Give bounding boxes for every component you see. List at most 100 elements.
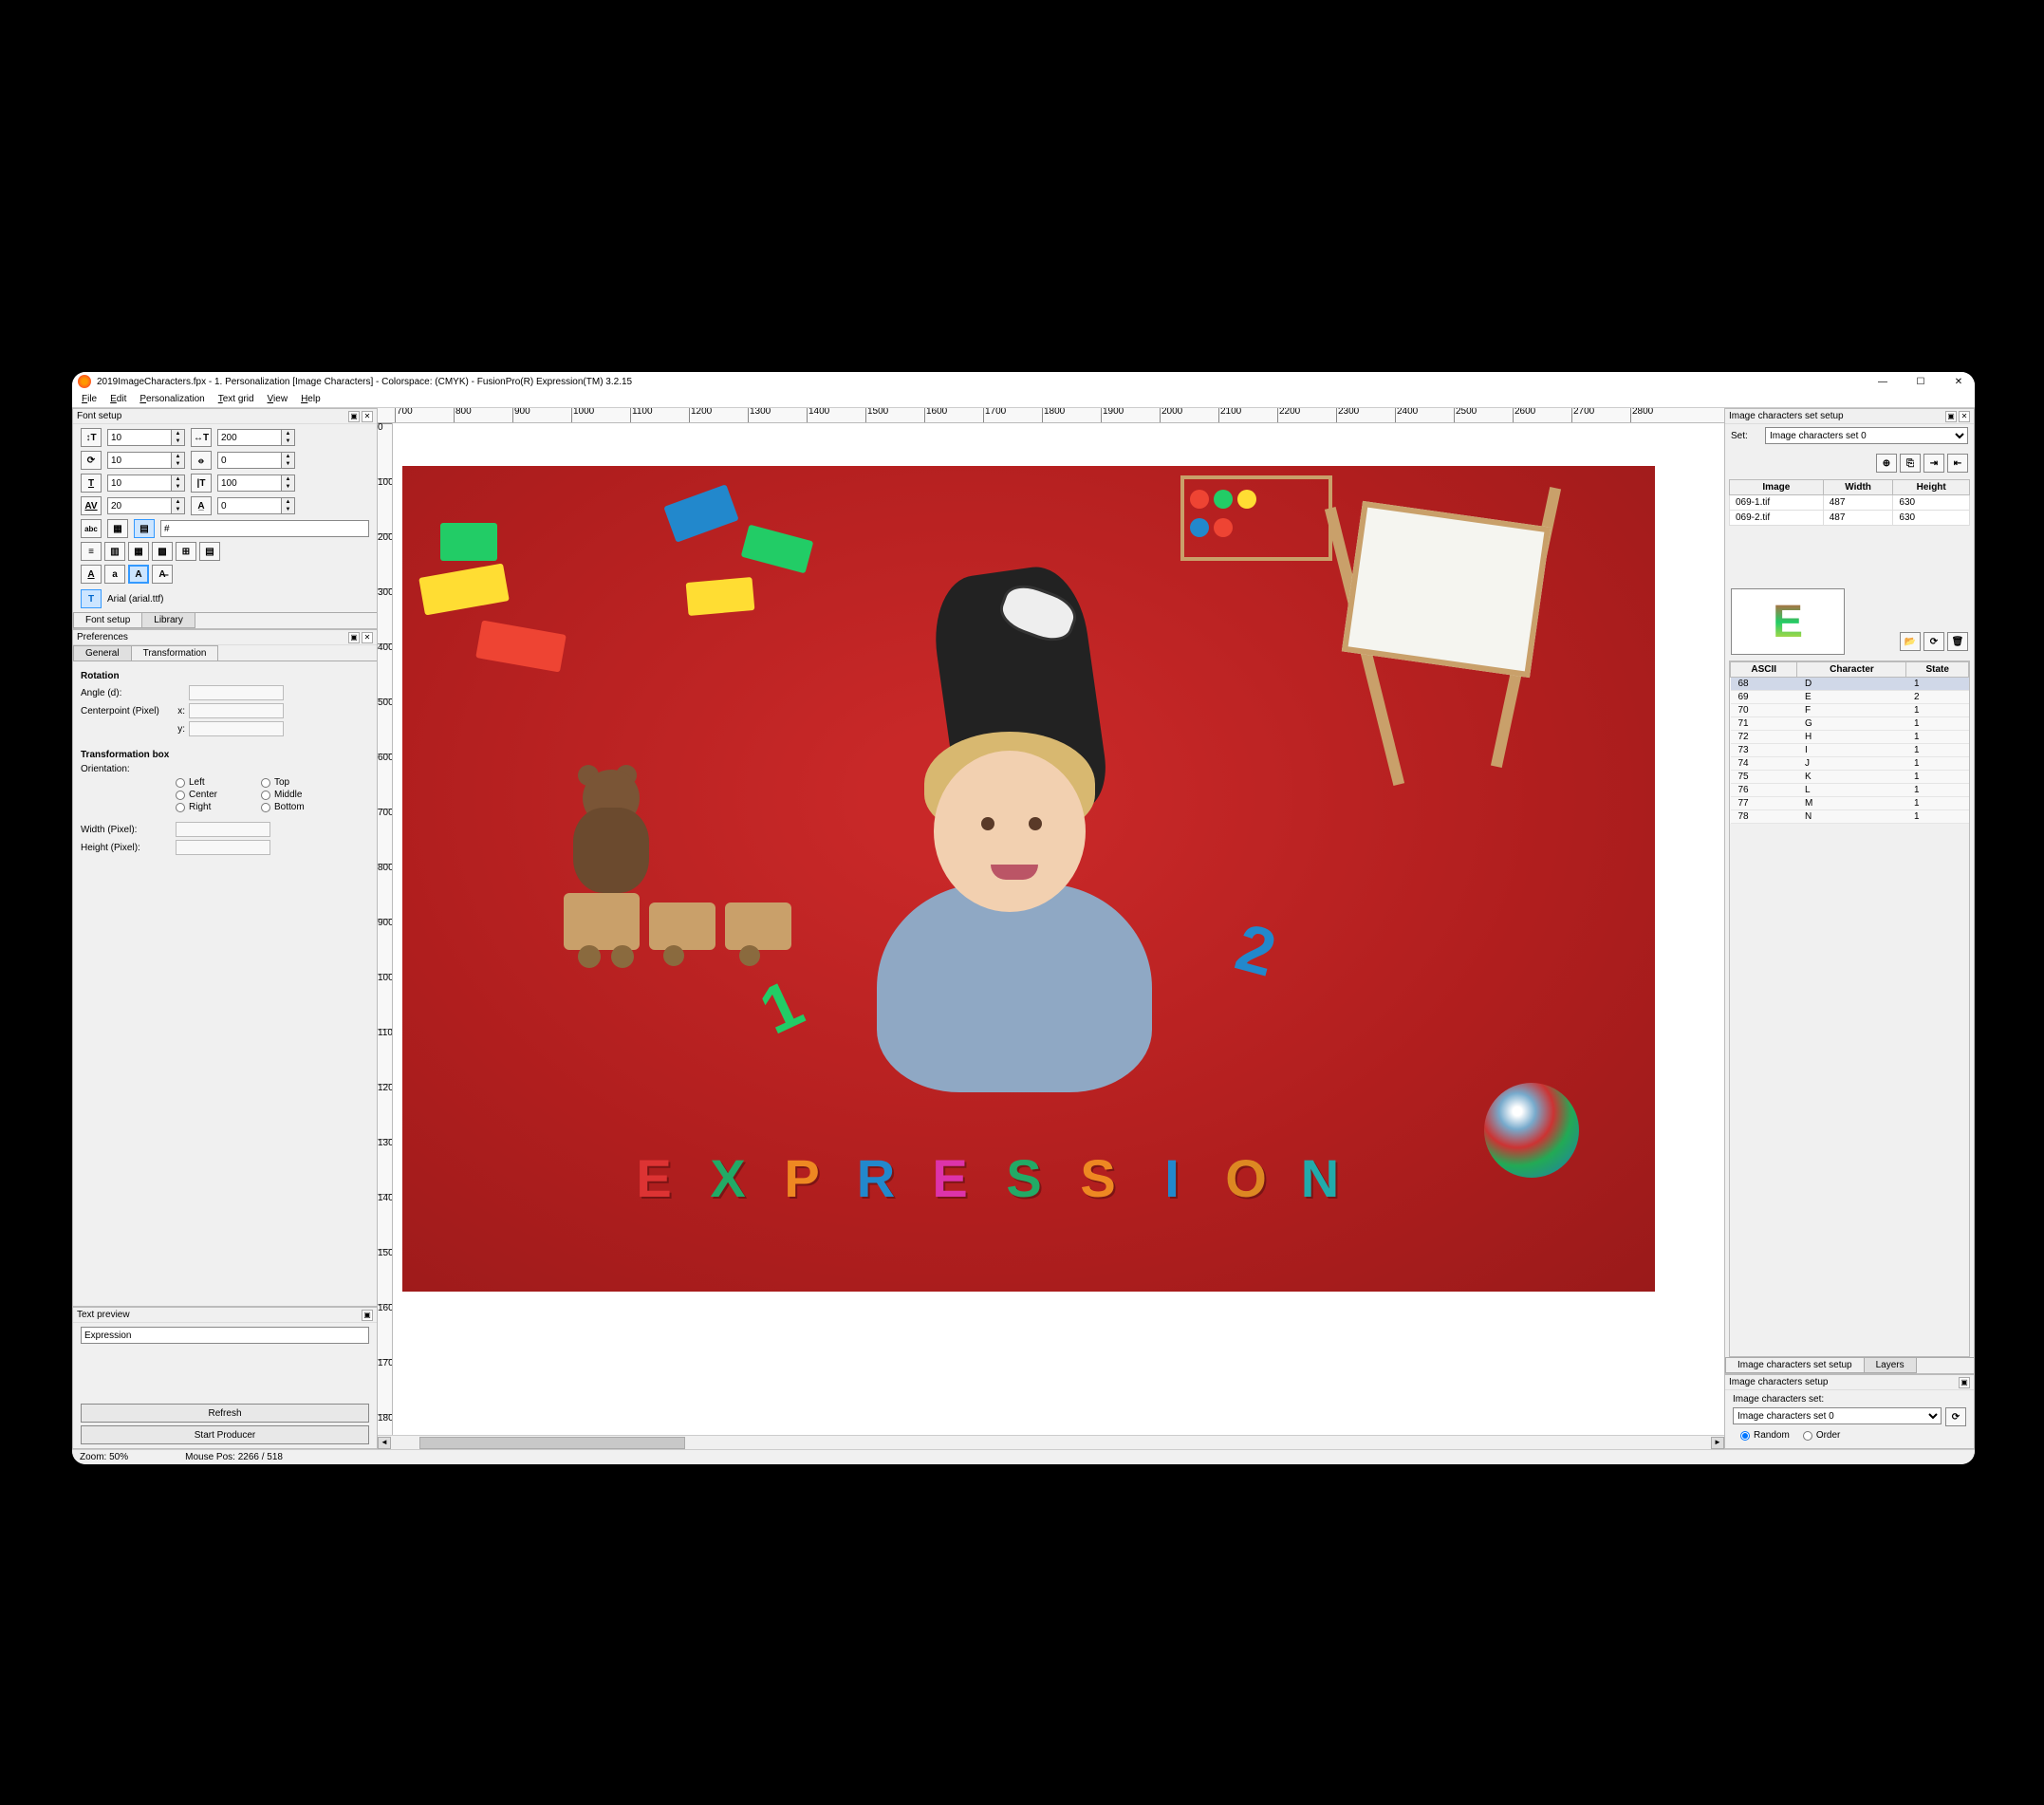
case-lower-icon[interactable]: a (104, 565, 125, 584)
kerning-input[interactable] (107, 497, 172, 514)
spinner-arrows[interactable]: ▲▼ (172, 429, 185, 446)
tab-transformation[interactable]: Transformation (131, 645, 219, 661)
orientation-bottom-radio[interactable]: Bottom (261, 802, 337, 812)
panel-float-icon[interactable]: ▣ (1945, 411, 1957, 422)
orientation-right-radio[interactable]: Right (176, 802, 251, 812)
skew-input[interactable] (217, 452, 282, 469)
panel-float-icon[interactable]: ▣ (362, 1310, 373, 1321)
tab-layers[interactable]: Layers (1864, 1358, 1917, 1373)
tab-font-setup[interactable]: Font setup (73, 613, 142, 628)
orientation-top-radio[interactable]: Top (261, 777, 337, 788)
width-label: Width (Pixel): (81, 825, 176, 835)
tab-set-setup[interactable]: Image characters set setup (1725, 1358, 1865, 1373)
panel-close-icon[interactable]: ✕ (362, 632, 373, 643)
rotation-input[interactable] (107, 452, 172, 469)
char-row[interactable]: 73I1 (1731, 744, 1969, 757)
maximize-button[interactable]: ☐ (1910, 377, 1931, 387)
char-open-icon[interactable]: 📂 (1900, 632, 1921, 651)
font-width-input[interactable] (217, 429, 282, 446)
menu-help[interactable]: Help (295, 393, 326, 405)
char-row[interactable]: 76L1 (1731, 784, 1969, 797)
orientation-left-radio[interactable]: Left (176, 777, 251, 788)
setup-refresh-icon[interactable]: ⟳ (1945, 1407, 1966, 1426)
style-2-icon[interactable]: ▥ (104, 542, 125, 561)
set-import-icon[interactable]: ⇥ (1923, 454, 1944, 473)
char-row[interactable]: 75K1 (1731, 771, 1969, 784)
font-height-input[interactable] (107, 429, 172, 446)
char-row[interactable]: 68D1 (1731, 678, 1969, 691)
char-row[interactable]: 74J1 (1731, 757, 1969, 771)
panel-close-icon[interactable]: ✕ (1959, 411, 1970, 422)
letter-n: N (1287, 1140, 1353, 1216)
panel-float-icon[interactable]: ▣ (1959, 1377, 1970, 1388)
panel-float-icon[interactable]: ▣ (348, 411, 360, 422)
centerpoint-x-input[interactable] (189, 703, 284, 718)
width-input[interactable] (176, 822, 270, 837)
letter-s: S (991, 1140, 1057, 1216)
app-icon (78, 375, 91, 388)
case-box-icon[interactable]: A (128, 565, 149, 584)
line-height-input[interactable] (217, 475, 282, 492)
style-3-icon[interactable]: ▦ (128, 542, 149, 561)
close-button[interactable]: ✕ (1948, 377, 1969, 387)
angle-input[interactable] (189, 685, 284, 700)
menu-personalization[interactable]: Personalization (134, 393, 210, 405)
letter-x: X (695, 1140, 761, 1216)
document-viewport[interactable]: 1 2 EXPRESSION (393, 423, 1724, 1435)
image-row[interactable]: 069-2.tif487630 (1730, 511, 1970, 526)
case-strike-icon[interactable]: A̶ (152, 565, 173, 584)
horizontal-scrollbar[interactable]: ◄ ► (378, 1435, 1724, 1449)
panel-float-icon[interactable]: ▣ (348, 632, 360, 643)
char-row[interactable]: 71G1 (1731, 717, 1969, 731)
setup-set-dropdown[interactable]: Image characters set 0 (1733, 1407, 1942, 1424)
set-copy-icon[interactable]: ⎘ (1900, 454, 1921, 473)
orientation-middle-radio[interactable]: Middle (261, 790, 337, 800)
align-abc-icon[interactable]: abc (81, 519, 102, 538)
image-row[interactable]: 069-1.tif487630 (1730, 495, 1970, 511)
orientation-center-radio[interactable]: Center (176, 790, 251, 800)
char-row[interactable]: 77M1 (1731, 797, 1969, 810)
font-type-icon[interactable]: T (81, 589, 102, 608)
style-5-icon[interactable]: ⊞ (176, 542, 196, 561)
menu-edit[interactable]: Edit (104, 393, 132, 405)
easel-prop (1294, 485, 1541, 827)
set-add-icon[interactable]: ⊕ (1876, 454, 1897, 473)
style-1-icon[interactable]: ≡ (81, 542, 102, 561)
char-row[interactable]: 78N1 (1731, 810, 1969, 824)
menu-file[interactable]: File (76, 393, 102, 405)
spinner-arrows[interactable]: ▲▼ (282, 429, 295, 446)
hash-input[interactable] (160, 520, 369, 537)
align-left-icon[interactable]: ▤ (134, 519, 155, 538)
start-producer-button[interactable]: Start Producer (81, 1425, 369, 1444)
font-width-icon: ↔T (191, 428, 212, 447)
centerpoint-y-input[interactable] (189, 721, 284, 736)
character-table[interactable]: ASCIICharacterState 68D169E270F171G172H1… (1730, 661, 1969, 824)
height-input[interactable] (176, 840, 270, 855)
panel-close-icon[interactable]: ✕ (362, 411, 373, 422)
setup-title: Image characters setup (1729, 1377, 1957, 1387)
menu-text-grid[interactable]: Text grid (213, 393, 260, 405)
char-delete-icon[interactable]: 🗑 (1947, 632, 1968, 651)
set-export-icon[interactable]: ⇤ (1947, 454, 1968, 473)
char-refresh-icon[interactable]: ⟳ (1923, 632, 1944, 651)
bold-size-input[interactable] (107, 475, 172, 492)
style-4-icon[interactable]: ▩ (152, 542, 173, 561)
case-upper-icon[interactable]: A (81, 565, 102, 584)
random-radio[interactable]: Random (1740, 1430, 1790, 1441)
minimize-button[interactable]: — (1872, 377, 1893, 387)
style-6-icon[interactable]: ▤ (199, 542, 220, 561)
baseline-input[interactable] (217, 497, 282, 514)
char-row[interactable]: 70F1 (1731, 704, 1969, 717)
text-preview-input[interactable] (81, 1327, 369, 1344)
tab-general[interactable]: General (73, 645, 132, 661)
menu-view[interactable]: View (262, 393, 294, 405)
char-row[interactable]: 72H1 (1731, 731, 1969, 744)
refresh-button[interactable]: Refresh (81, 1404, 369, 1423)
tab-library[interactable]: Library (141, 613, 195, 628)
char-row[interactable]: 69E2 (1731, 691, 1969, 704)
titlebar: 2019ImageCharacters.fpx - 1. Personaliza… (72, 372, 1975, 391)
align-grid-icon[interactable]: ▦ (107, 519, 128, 538)
set-dropdown[interactable]: Image characters set 0 (1765, 427, 1968, 444)
order-radio[interactable]: Order (1803, 1430, 1841, 1441)
text-preview-panel: Text preview ▣ Refresh Start Producer (72, 1307, 378, 1449)
